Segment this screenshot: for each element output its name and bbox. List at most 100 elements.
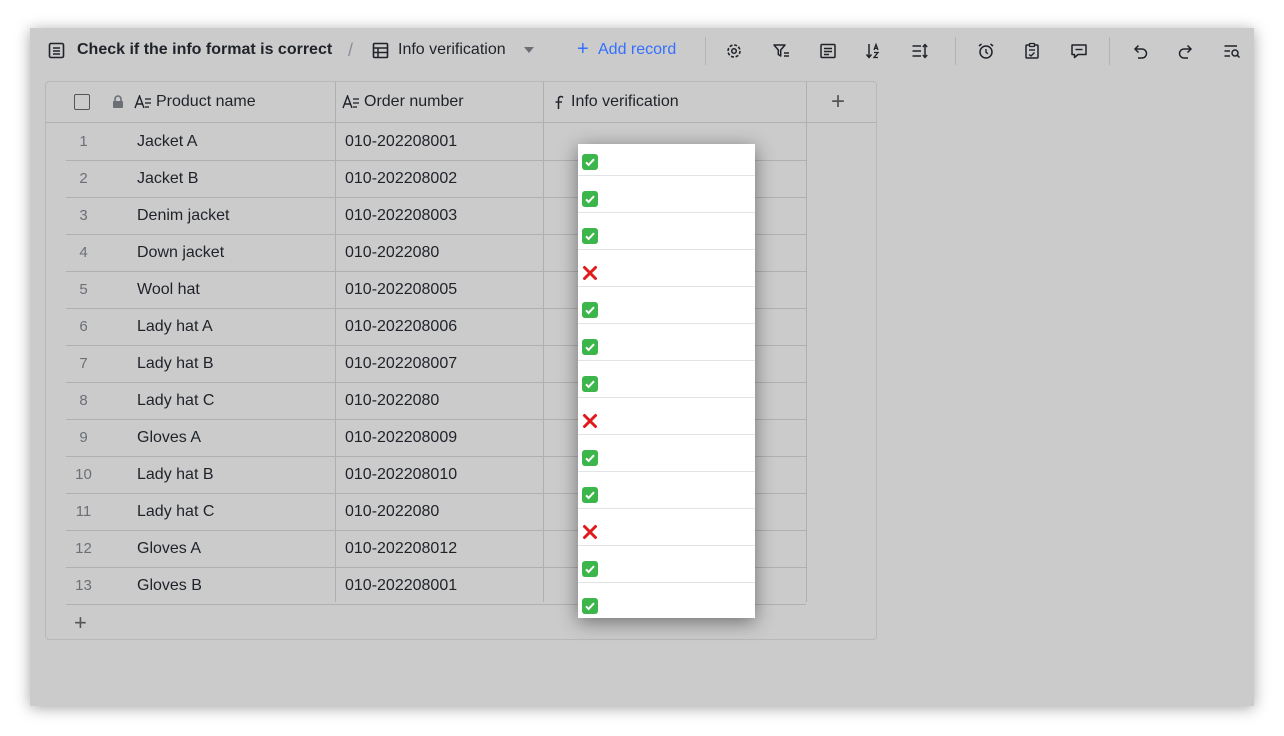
row-number: 2: [79, 170, 88, 187]
info-verification-popup: [578, 144, 755, 618]
alarm-icon[interactable]: [976, 41, 996, 61]
product-name-cell[interactable]: Gloves B: [137, 567, 202, 604]
order-number-cell[interactable]: 010-2022080: [345, 493, 439, 530]
info-verification-cell[interactable]: [578, 176, 755, 213]
add-record-button[interactable]: Add record: [598, 41, 676, 59]
add-record-plus-icon[interactable]: +: [577, 38, 589, 61]
info-verification-cell[interactable]: [578, 213, 755, 250]
checkmark-icon: [582, 487, 598, 503]
undo-icon[interactable]: [1130, 41, 1150, 61]
row-number: 4: [79, 244, 88, 261]
product-name-cell[interactable]: Gloves A: [137, 530, 201, 567]
product-name-cell[interactable]: Jacket A: [137, 123, 197, 160]
order-number-cell[interactable]: 010-202208010: [345, 456, 457, 493]
order-number-cell[interactable]: 010-202208001: [345, 567, 457, 604]
row-number: 8: [79, 392, 88, 409]
view-dropdown-caret-icon[interactable]: [524, 47, 534, 53]
view-name[interactable]: Info verification: [398, 41, 506, 59]
row-height-icon[interactable]: [910, 41, 930, 61]
column-header-order-number[interactable]: Order number: [364, 82, 464, 122]
product-name-cell[interactable]: Lady hat B: [137, 456, 214, 493]
checkmark-icon: [582, 154, 598, 170]
info-verification-cell[interactable]: [578, 546, 755, 583]
lock-icon: [112, 82, 124, 122]
order-number-cell[interactable]: 010-202208012: [345, 530, 457, 567]
group-icon[interactable]: [818, 41, 838, 61]
info-verification-cell[interactable]: [578, 509, 755, 546]
checkmark-icon: [582, 191, 598, 207]
cross-icon: [582, 413, 598, 429]
checkmark-icon: [582, 561, 598, 577]
product-name-cell[interactable]: Lady hat C: [137, 493, 214, 530]
row-number: 3: [79, 207, 88, 224]
search-icon[interactable]: [1222, 41, 1242, 61]
text-field-icon: [342, 82, 360, 122]
add-row-button[interactable]: +: [74, 610, 87, 636]
product-name-cell[interactable]: Gloves A: [137, 419, 201, 456]
order-number-cell[interactable]: 010-202208005: [345, 271, 457, 308]
column-divider: [806, 82, 807, 602]
checkmark-icon: [582, 339, 598, 355]
toolbar-divider: [705, 37, 706, 65]
product-name-cell[interactable]: Lady hat B: [137, 345, 214, 382]
info-verification-cell[interactable]: [578, 250, 755, 287]
order-number-cell[interactable]: 010-2022080: [345, 234, 439, 271]
breadcrumb-separator: /: [348, 40, 354, 60]
checkmark-icon: [582, 302, 598, 318]
order-number-cell[interactable]: 010-202208003: [345, 197, 457, 234]
sort-icon[interactable]: [864, 41, 884, 61]
cross-icon: [582, 265, 598, 281]
formula-icon: [552, 82, 566, 122]
order-number-cell[interactable]: 010-202208006: [345, 308, 457, 345]
checkmark-icon: [582, 228, 598, 244]
add-column-button[interactable]: +: [831, 82, 845, 122]
info-verification-cell[interactable]: [578, 324, 755, 361]
order-number-cell[interactable]: 010-2022080: [345, 382, 439, 419]
checkmark-icon: [582, 598, 598, 614]
redo-icon[interactable]: [1176, 41, 1196, 61]
order-number-cell[interactable]: 010-202208002: [345, 160, 457, 197]
grid-header: Product name Order number Info verificat…: [46, 82, 876, 123]
settings-icon[interactable]: [724, 41, 744, 61]
info-verification-cell[interactable]: [578, 398, 755, 435]
cross-icon: [582, 524, 598, 540]
info-verification-cell[interactable]: [578, 361, 755, 398]
product-name-cell[interactable]: Lady hat C: [137, 382, 214, 419]
row-number: 10: [75, 466, 92, 483]
grid-view-icon: [372, 42, 389, 59]
row-number: 1: [79, 133, 88, 150]
product-name-cell[interactable]: Lady hat A: [137, 308, 213, 345]
product-name-cell[interactable]: Denim jacket: [137, 197, 229, 234]
column-header-info-verification[interactable]: Info verification: [571, 82, 679, 122]
info-verification-cell[interactable]: [578, 472, 755, 509]
checkmark-icon: [582, 376, 598, 392]
column-header-product-name[interactable]: Product name: [156, 82, 256, 122]
info-verification-cell[interactable]: [578, 144, 755, 176]
form-icon[interactable]: [1022, 41, 1042, 61]
order-number-cell[interactable]: 010-202208009: [345, 419, 457, 456]
checkmark-icon: [582, 450, 598, 466]
info-verification-cell[interactable]: [578, 287, 755, 324]
filter-icon[interactable]: [771, 41, 791, 61]
product-name-cell[interactable]: Wool hat: [137, 271, 200, 308]
document-title[interactable]: Check if the info format is correct: [77, 41, 332, 59]
toolbar: Check if the info format is correct / In…: [30, 28, 1254, 74]
order-number-cell[interactable]: 010-202208007: [345, 345, 457, 382]
product-name-cell[interactable]: Down jacket: [137, 234, 224, 271]
row-number: 12: [75, 540, 92, 557]
row-number: 9: [79, 429, 88, 446]
comment-icon[interactable]: [1069, 41, 1089, 61]
product-name-cell[interactable]: Jacket B: [137, 160, 198, 197]
info-verification-cell[interactable]: [578, 435, 755, 472]
toolbar-divider: [955, 37, 956, 65]
row-number: 7: [79, 355, 88, 372]
row-number: 11: [75, 503, 92, 520]
doc-icon: [48, 42, 65, 59]
app-window: Check if the info format is correct / In…: [30, 28, 1254, 706]
select-all-checkbox[interactable]: [74, 82, 90, 122]
row-number: 13: [75, 577, 92, 594]
row-number: 5: [79, 281, 88, 298]
info-verification-cell[interactable]: [578, 583, 755, 618]
order-number-cell[interactable]: 010-202208001: [345, 123, 457, 160]
toolbar-divider: [1109, 37, 1110, 65]
